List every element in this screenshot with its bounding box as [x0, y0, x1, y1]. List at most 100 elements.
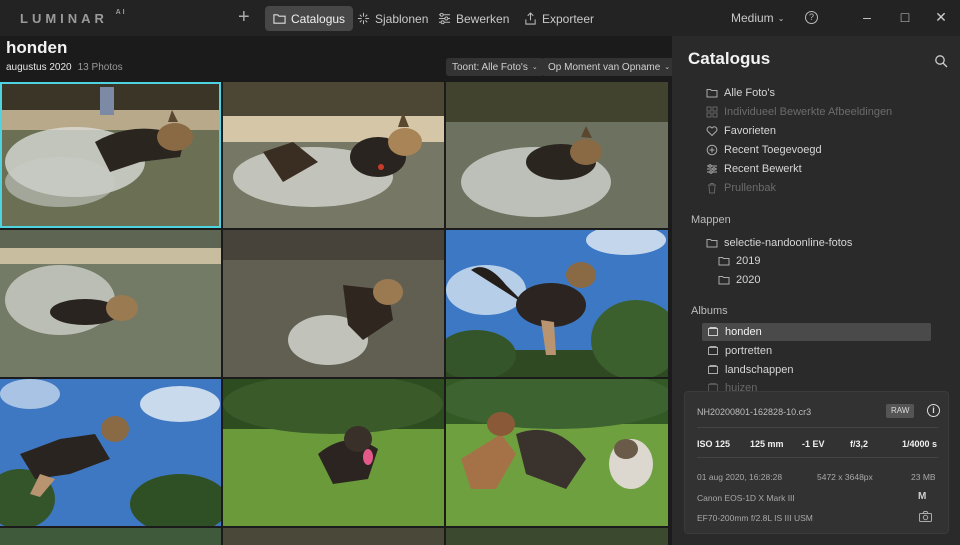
catalog-item-label: Recent Toegevoegd [724, 144, 822, 156]
catalog-item-individueel[interactable]: Individueel Bewerkte Afbeeldingen [706, 103, 892, 121]
panel-title: Catalogus [688, 49, 771, 68]
photo-thumbnail[interactable] [223, 82, 444, 228]
minimize-button[interactable]: – [858, 8, 876, 26]
thumbnail-size-dropdown[interactable]: Medium ⌄ [731, 11, 784, 25]
folder-label: 2020 [736, 274, 761, 286]
album-item-honden[interactable]: honden [702, 323, 931, 341]
export-icon [525, 12, 536, 25]
folder-icon [718, 276, 730, 285]
top-bar: LUMINAR AI + Catalogus Sjablonen Bewerke… [0, 0, 960, 36]
chevron-down-icon: ⌄ [777, 13, 785, 23]
folder-item[interactable]: 2019 [718, 252, 760, 270]
album-label: portretten [725, 345, 773, 357]
folders-section-label: Mappen [691, 214, 731, 226]
folder-item[interactable]: 2020 [718, 271, 760, 289]
tab-sjablonen[interactable]: Sjablonen [349, 6, 436, 31]
catalog-item-favorieten[interactable]: Favorieten [706, 122, 776, 140]
heart-icon [706, 126, 718, 137]
camera-mode: M [918, 491, 927, 502]
photo-thumbnail[interactable] [0, 379, 221, 526]
dog-splash-photo [223, 230, 444, 377]
photo-thumbnail[interactable] [0, 230, 221, 377]
photo-thumbnail[interactable] [446, 230, 668, 377]
thumbnail-size-label: Medium [731, 11, 774, 25]
camera-model: Canon EOS-1D X Mark III [697, 493, 795, 503]
filter-dropdown[interactable]: Toont: Alle Foto's ⌄ [446, 58, 544, 76]
catalog-panel: Catalogus Alle Foto's Individueel Bewerk… [672, 36, 960, 545]
tab-bewerken-label: Bewerken [456, 11, 510, 26]
photo-thumbnail[interactable] [446, 528, 668, 545]
filter-label: Toont: Alle Foto's [452, 61, 528, 73]
divider [697, 427, 938, 428]
sparkle-icon [357, 12, 370, 25]
raw-badge: RAW [886, 404, 915, 418]
photo-thumbnail[interactable] [0, 528, 221, 545]
lens-model: EF70-200mm f/2.8L IS III USM [697, 513, 813, 523]
album-icon [708, 327, 718, 336]
dog-running-grass-photo [223, 379, 444, 526]
album-icon [708, 346, 718, 355]
album-item-landschappen[interactable]: landschappen [702, 361, 931, 379]
album-date: augustus 2020 [6, 62, 72, 73]
folder-icon [706, 239, 718, 248]
info-icon[interactable]: i [927, 404, 940, 417]
folder-icon [706, 89, 718, 98]
add-photos-button[interactable]: + [238, 7, 250, 27]
capture-datetime: 01 aug 2020, 16:28:28 [697, 472, 783, 482]
dog-jump-sky-photo [0, 379, 221, 526]
tab-exporteer[interactable]: Exporteer [516, 6, 602, 31]
photo-thumbnail[interactable] [223, 379, 444, 526]
catalog-item-label: Individueel Bewerkte Afbeeldingen [724, 106, 893, 118]
catalog-item-label: Recent Bewerkt [724, 163, 802, 175]
album-icon [708, 365, 718, 374]
maximize-button[interactable]: □ [896, 8, 914, 26]
album-item-portretten[interactable]: portretten [702, 342, 931, 360]
exif-aperture: f/3,2 [850, 439, 869, 449]
divider [697, 457, 938, 458]
album-label: landschappen [725, 364, 794, 376]
trash-icon [708, 183, 716, 194]
folder-item[interactable]: selectie-nandoonline-fotos [706, 234, 852, 252]
catalog-item-label: Alle Foto's [724, 87, 776, 99]
close-button[interactable]: ✕ [932, 8, 950, 26]
camera-icon [919, 511, 932, 522]
photo-thumbnail[interactable] [446, 379, 668, 526]
photo-partial [0, 528, 221, 545]
search-icon[interactable] [934, 54, 948, 68]
grid-icon [706, 106, 718, 118]
image-info-card: NH20200801-162828-10.cr3 RAW i ISO 125 1… [684, 391, 949, 534]
sliders-icon [438, 12, 451, 25]
dogs-playing-grass-photo [446, 379, 668, 526]
catalog-item-prullenbak[interactable]: Prullenbak [706, 179, 776, 197]
albums-section-label: Albums [691, 305, 728, 317]
folder-icon [718, 257, 730, 266]
chevron-down-icon: ⌄ [664, 64, 671, 71]
help-icon[interactable]: ? [805, 11, 818, 24]
catalog-item-label: Prullenbak [724, 182, 776, 194]
photo-thumbnail[interactable] [223, 528, 444, 545]
file-size: 23 MB [911, 472, 936, 482]
exif-shutter-speed: 1/4000 s [902, 439, 938, 449]
catalog-item-recent-toegevoegd[interactable]: Recent Toegevoegd [706, 141, 822, 159]
sort-dropdown[interactable]: Op Moment van Opname ⌄ [542, 58, 677, 76]
tab-catalogus[interactable]: Catalogus [265, 6, 354, 31]
tab-catalogus-label: Catalogus [291, 11, 346, 26]
dog-jump-sky-photo [446, 230, 668, 377]
app-logo: LUMINAR AI [20, 8, 127, 26]
exif-exposure-compensation: -1 EV [802, 439, 825, 449]
dog-splash-photo [446, 82, 668, 228]
dog-splash-photo [0, 82, 221, 228]
photo-thumbnail[interactable] [446, 82, 668, 228]
photo-thumbnail[interactable] [0, 82, 221, 228]
tab-bewerken[interactable]: Bewerken [430, 6, 517, 31]
image-dimensions: 5472 x 3648px [817, 472, 873, 482]
catalog-item-alle-fotos[interactable]: Alle Foto's [706, 84, 775, 102]
page-title: honden [6, 38, 68, 57]
photo-thumbnail[interactable] [223, 230, 444, 377]
dog-splash-photo [0, 230, 221, 377]
catalog-item-recent-bewerkt[interactable]: Recent Bewerkt [706, 160, 802, 178]
photo-partial [223, 528, 444, 545]
dog-splash-photo [223, 82, 444, 228]
photo-grid [0, 82, 668, 545]
sliders-icon [707, 164, 717, 174]
